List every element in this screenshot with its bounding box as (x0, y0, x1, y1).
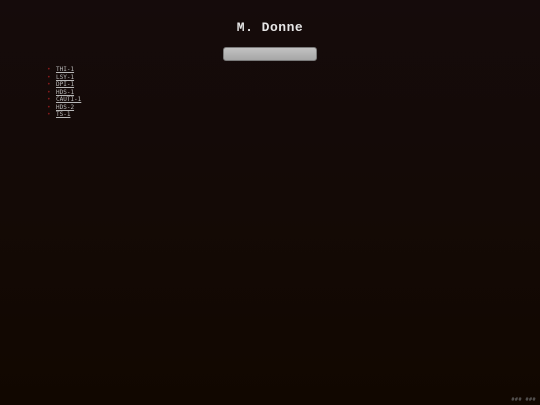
link-lsy-1[interactable]: LSY-1 (56, 74, 74, 82)
list-item: • TS-1 (47, 111, 81, 119)
bullet-icon: • (47, 103, 51, 111)
page-title: M. Donne (236, 20, 304, 35)
list-item: • THI-1 (47, 66, 81, 74)
list-item: • HDS-1 (47, 89, 81, 97)
link-cauti-1[interactable]: CAUTI-1 (56, 96, 81, 104)
link-thi-1[interactable]: THI-1 (56, 66, 74, 74)
link-ts-1[interactable]: TS-1 (56, 111, 70, 119)
bullet-icon: • (47, 66, 51, 73)
list-item: • DPI-1 (47, 81, 81, 89)
link-hds-1[interactable]: HDS-1 (56, 89, 74, 97)
search-input[interactable] (223, 47, 317, 61)
footer-mark: ### ### (511, 397, 536, 403)
list-item: • CAUTI-1 (47, 96, 81, 104)
link-hds-2[interactable]: HDS-2 (56, 104, 74, 112)
bullet-icon: • (47, 88, 51, 96)
list-item: • HDS-2 (47, 104, 81, 112)
bullet-icon: • (47, 111, 51, 118)
bullet-icon: • (47, 73, 51, 81)
link-dpi-1[interactable]: DPI-1 (56, 81, 74, 89)
bullet-icon: • (47, 96, 51, 103)
list-item: • LSY-1 (47, 74, 81, 82)
bullet-icon: • (47, 81, 51, 88)
link-list: • THI-1 • LSY-1 • DPI-1 • HDS-1 • CAUTI-… (47, 66, 81, 119)
